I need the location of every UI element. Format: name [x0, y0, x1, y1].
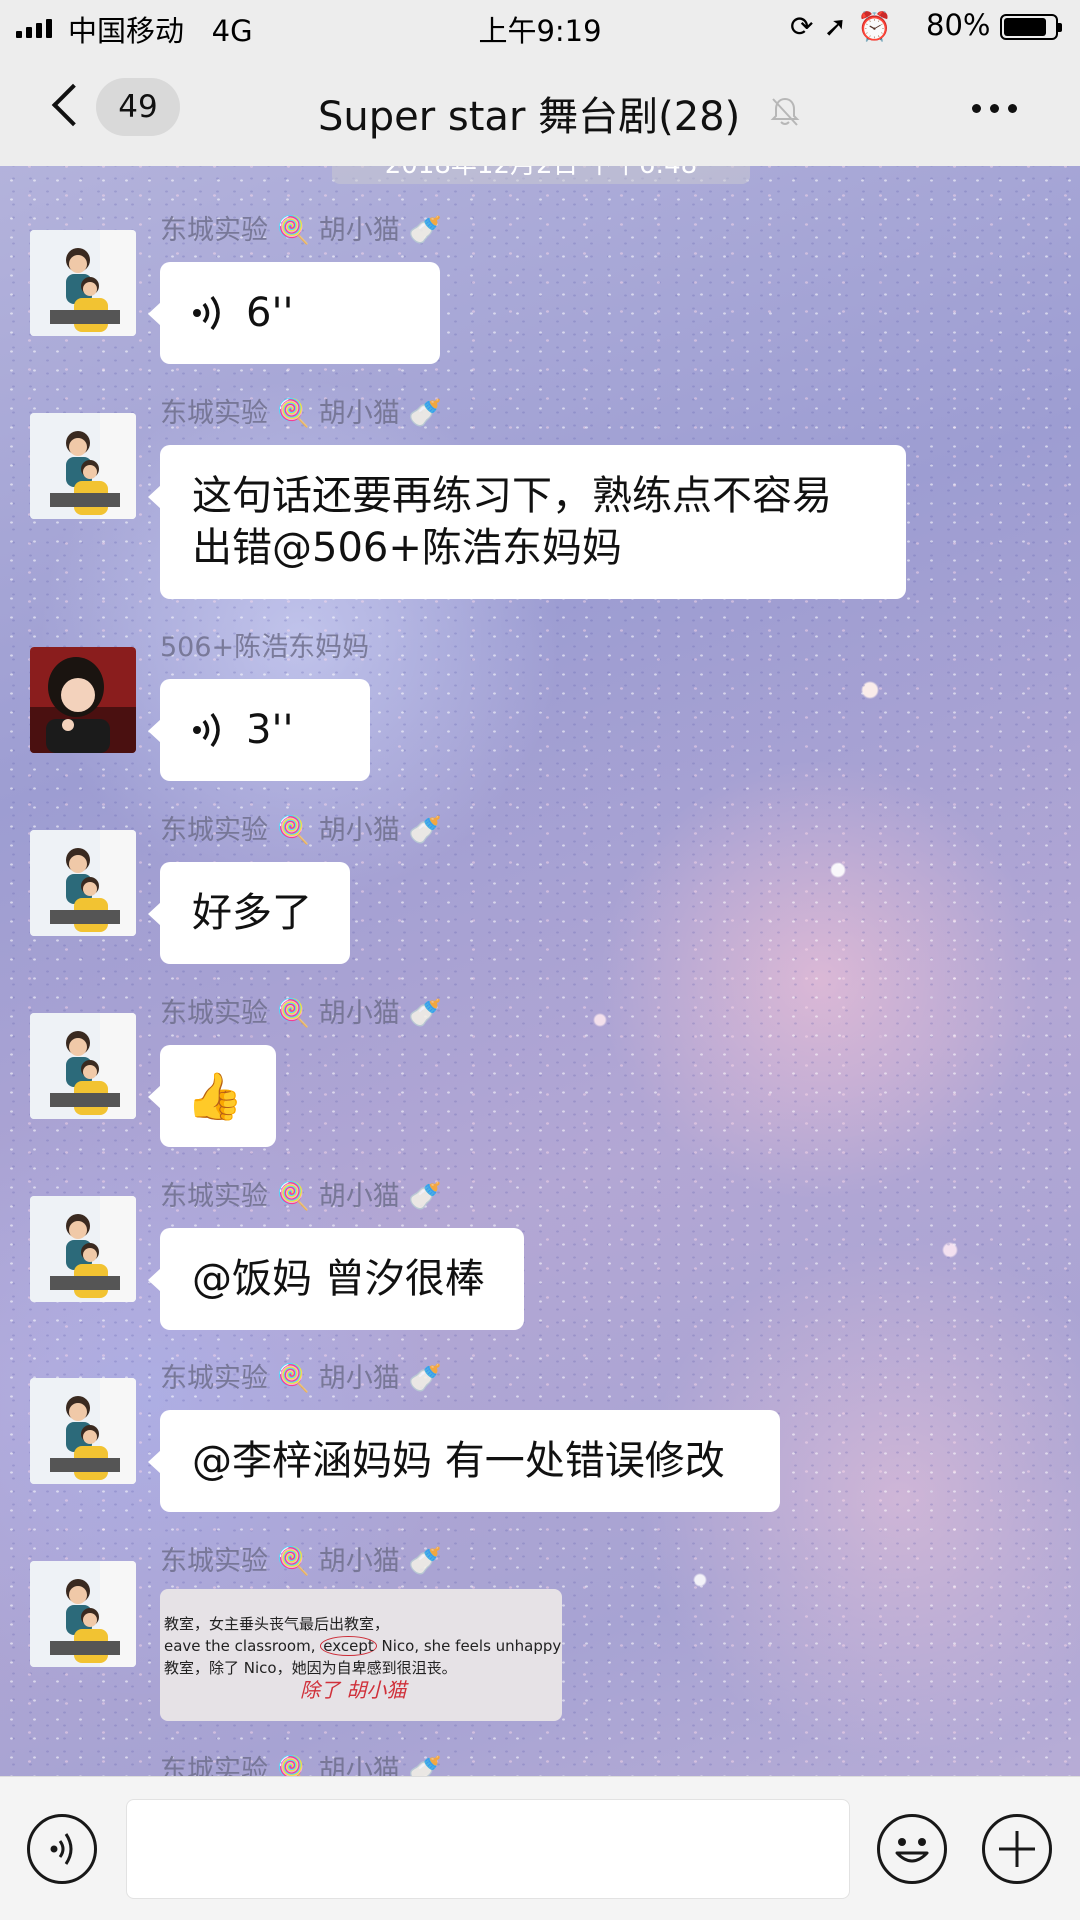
voice-message-bubble[interactable]: 6'' — [148, 262, 440, 364]
plus-icon[interactable] — [982, 1814, 1052, 1884]
image-text-line: eave the classroom, except Nico, she fee… — [164, 1636, 562, 1656]
avatar[interactable] — [30, 1013, 136, 1119]
image-text-line: 教室，女主垂头丧气最后出教室， — [164, 1615, 390, 1633]
back-unread-count[interactable]: 49 — [96, 78, 180, 136]
voice-mode-icon[interactable] — [27, 1814, 97, 1884]
avatar[interactable] — [30, 413, 136, 519]
mute-bell-icon — [770, 97, 800, 126]
circled-word: except — [320, 1636, 377, 1656]
sender-name: 东城实验 🍭 胡小猫 🍼 — [160, 1363, 442, 1394]
avatar[interactable] — [30, 1196, 136, 1302]
status-bar: 中国移动 4G 上午9:19 ⟳➚⏰ 80% — [0, 0, 1080, 52]
text-message-bubble[interactable]: @饭妈 曾汐很棒 — [148, 1228, 524, 1330]
voice-wave-icon — [193, 712, 220, 748]
avatar[interactable] — [30, 830, 136, 936]
status-icons: ⟳➚⏰ — [790, 10, 902, 43]
sender-name: 东城实验 🍭 胡小猫 🍼 — [160, 1181, 442, 1212]
sender-name: 506+陈浩东妈妈 — [160, 632, 370, 663]
text-message-bubble[interactable]: 好多了 — [148, 862, 350, 964]
sender-name: 东城实验 🍭 胡小猫 🍼 — [160, 215, 442, 246]
message-input[interactable] — [126, 1799, 850, 1899]
status-time: 上午9:19 — [478, 14, 602, 48]
avatar[interactable] — [30, 1561, 136, 1667]
chat-title: Super star 舞台剧(28) — [318, 94, 741, 140]
sender-name: 东城实验 🍭 胡小猫 🍼 — [160, 1546, 442, 1577]
location-arrow-icon: ➚ — [823, 10, 857, 43]
input-bar — [0, 1776, 1080, 1920]
avatar[interactable] — [30, 647, 136, 753]
message-text: @饭妈 曾汐很棒 — [192, 1256, 485, 1302]
sender-name: 东城实验 🍭 胡小猫 🍼 — [160, 998, 442, 1029]
voice-message-bubble[interactable]: 3'' — [148, 679, 370, 781]
message-text-line: 出错@506+陈浩东妈妈 — [192, 525, 622, 571]
orientation-lock-icon: ⟳ — [790, 10, 824, 43]
battery-percent: 80% — [926, 8, 991, 42]
sender-name: 东城实验 🍭 胡小猫 🍼 — [160, 815, 442, 846]
voice-duration: 6'' — [246, 290, 294, 336]
back-chevron-icon[interactable] — [51, 83, 95, 127]
sender-name: 东城实验 🍭 胡小猫 🍼 — [160, 398, 442, 429]
avatar[interactable] — [30, 230, 136, 336]
battery-icon — [1000, 14, 1062, 40]
alarm-icon: ⏰ — [856, 10, 902, 43]
image-text-line: 教室，除了 Nico，她因为自卑感到很沮丧。 — [164, 1659, 457, 1677]
message-text: 好多了 — [192, 890, 312, 936]
voice-duration: 3'' — [246, 707, 294, 753]
image-message-bubble[interactable]: 教室，女主垂头丧气最后出教室， eave the classroom, exce… — [160, 1589, 562, 1721]
avatar[interactable] — [30, 1378, 136, 1484]
message-text-line: 这句话还要再练习下，熟练点不容易 — [192, 473, 832, 519]
thumbs-up-icon: 👍 — [186, 1069, 244, 1123]
voice-wave-icon — [193, 295, 220, 331]
top-bar: 中国移动 4G 上午9:19 ⟳➚⏰ 80% 49 Super star 舞台剧… — [0, 0, 1080, 166]
emoji-icon[interactable] — [877, 1814, 947, 1884]
text-message-bubble[interactable]: 这句话还要再练习下，熟练点不容易 出错@506+陈浩东妈妈 — [148, 445, 906, 599]
text-message-bubble[interactable]: @李梓涵妈妈 有一处错误修改 — [148, 1410, 780, 1512]
image-handwriting: 除了 胡小猫 — [300, 1678, 407, 1702]
message-text: @李梓涵妈妈 有一处错误修改 — [192, 1438, 725, 1484]
navigation-bar: 49 Super star 舞台剧(28) — [0, 52, 1080, 166]
emoji-message-bubble[interactable]: 👍 — [148, 1045, 276, 1147]
more-options-icon[interactable] — [972, 104, 1017, 113]
